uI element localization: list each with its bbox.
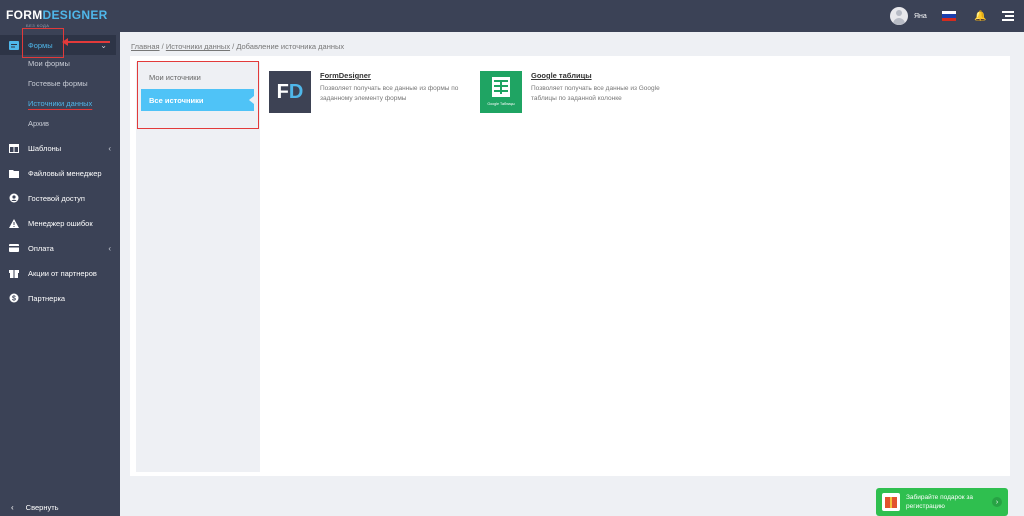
file-manager-icon: [9, 169, 19, 178]
sidebar-subitem-archive[interactable]: Архив: [28, 119, 49, 128]
gift-icon: [9, 269, 19, 278]
sheets-icon: [492, 77, 510, 97]
logo-letter: F: [276, 80, 289, 103]
guest-access-icon: [9, 193, 19, 203]
sidebar-item-guest-access[interactable]: Гостевой доступ: [0, 190, 120, 206]
breadcrumb-home-link[interactable]: Главная: [131, 42, 160, 51]
sidebar-item-error-manager[interactable]: Менеджер ошибок: [0, 215, 120, 231]
sidebar-subitem-guest-forms[interactable]: Гостевые формы: [28, 79, 88, 88]
forms-icon: [9, 40, 19, 50]
payment-icon: [9, 244, 19, 253]
source-title-formdesigner[interactable]: FormDesigner: [320, 71, 371, 80]
sidebar-item-partner-offers[interactable]: Акции от партнеров: [0, 265, 120, 281]
chevron-left-icon: ‹: [108, 144, 111, 153]
logo-letter: D: [288, 80, 304, 103]
user-avatar[interactable]: [890, 7, 908, 25]
chevron-right-icon[interactable]: ›: [992, 497, 1002, 507]
breadcrumb: Главная / Источники данных / Добавление …: [131, 42, 344, 51]
sidebar-item-label: Менеджер ошибок: [28, 218, 93, 228]
bell-icon[interactable]: 🔔: [974, 11, 986, 22]
highlight-arrow-head: [62, 38, 68, 46]
sidebar-item-label: Шаблоны: [28, 143, 62, 153]
sidebar-subitem-my-forms[interactable]: Мои формы: [28, 59, 70, 68]
promo-banner[interactable]: Забирайте подарок за регистрацию ›: [876, 488, 1008, 516]
app-logo[interactable]: FORMDESIGNER: [6, 9, 108, 22]
source-description-formdesigner: Позволяет получать все данные из формы п…: [320, 85, 459, 102]
menu-icon[interactable]: [1002, 11, 1014, 21]
gift-icon: [882, 493, 900, 511]
breadcrumb-current: Добавление источника данных: [236, 42, 345, 51]
sidebar-item-affiliate[interactable]: $ Партнерка: [0, 290, 120, 306]
collapse-label: Свернуть: [25, 502, 59, 512]
dollar-icon: $: [9, 293, 19, 303]
collapse-sidebar-button[interactable]: ‹ Свернуть: [0, 499, 120, 515]
svg-text:$: $: [12, 296, 16, 303]
sidebar-subitem-data-sources[interactable]: Источники данных: [28, 99, 92, 108]
top-bar: FORMDESIGNER БЕЗ КОДА Яна 🔔: [0, 0, 1024, 32]
source-description-google-sheets: Позволяет получать все данные из Google …: [531, 85, 660, 102]
warning-icon: [9, 218, 19, 228]
sidebar-item-label: Оплата: [28, 243, 54, 253]
google-sheets-logo[interactable]: Google Таблицы: [480, 71, 522, 113]
language-flag-icon[interactable]: [942, 11, 956, 21]
chevron-left-icon: ‹: [11, 502, 14, 512]
sidebar-item-label: Файловый менеджер: [28, 168, 102, 178]
sidebar-item-file-manager[interactable]: Файловый менеджер: [0, 165, 120, 181]
sidebar-item-templates[interactable]: Шаблоны ‹: [0, 140, 120, 156]
breadcrumb-sources-link[interactable]: Источники данных: [166, 42, 230, 51]
sidebar-item-label: Партнерка: [28, 293, 66, 303]
user-name[interactable]: Яна: [914, 13, 932, 20]
top-right-controls: Яна 🔔: [890, 7, 1014, 25]
sidebar-item-label: Гостевой доступ: [28, 193, 85, 203]
highlight-arrow: [64, 41, 110, 43]
sidebar: Формы ⌄ Мои формы Гостевые формы Источни…: [0, 32, 120, 516]
templates-icon: [9, 143, 19, 153]
sidebar-item-payment[interactable]: Оплата ‹: [0, 240, 120, 256]
highlight-box-forms: [22, 28, 64, 58]
promo-text: Забирайте подарок за регистрацию: [906, 494, 973, 510]
main-card: [130, 56, 1010, 476]
sidebar-item-label: Акции от партнеров: [28, 268, 97, 278]
highlight-box-tabs: [137, 61, 259, 129]
chevron-left-icon: ‹: [108, 244, 111, 253]
source-title-google-sheets[interactable]: Google таблицы: [531, 71, 592, 80]
formdesigner-logo[interactable]: FD: [269, 71, 311, 113]
sheets-logo-caption: Google Таблицы: [487, 102, 515, 106]
